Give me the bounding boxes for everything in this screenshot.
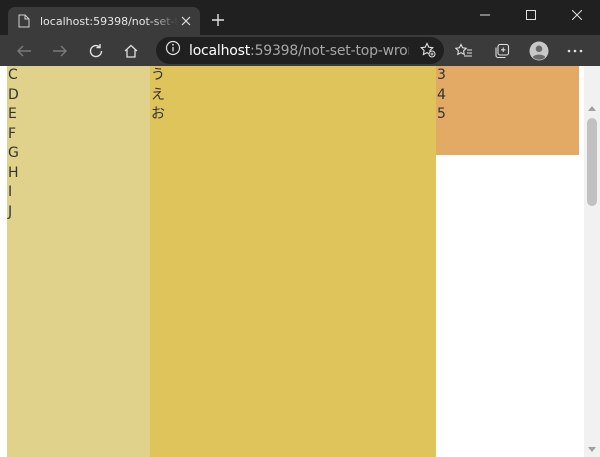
list-item: I xyxy=(8,184,13,200)
back-icon[interactable] xyxy=(11,38,37,64)
list-item: G xyxy=(8,145,19,161)
letters-column: C D E F G H I J xyxy=(7,66,150,457)
add-favorite-icon[interactable] xyxy=(419,42,436,58)
collections-icon[interactable] xyxy=(489,38,515,64)
vertical-scrollbar[interactable] xyxy=(584,66,600,457)
list-item: D xyxy=(8,86,19,103)
favorites-icon[interactable] xyxy=(451,38,477,64)
close-tab-icon[interactable] xyxy=(178,13,194,29)
profile-avatar-icon[interactable] xyxy=(526,38,552,64)
list-item: 4 xyxy=(437,86,446,103)
minimize-icon[interactable] xyxy=(462,0,508,30)
close-window-icon[interactable] xyxy=(554,0,600,30)
kana-column: う え お xyxy=(150,66,436,457)
title-bar: localhost:59398/not-set-top-wrong xyxy=(0,0,600,35)
list-item: E xyxy=(8,106,17,122)
list-item: H xyxy=(8,164,19,181)
page-viewport: C D E F G H I J う え お 3 4 5 xyxy=(0,66,600,457)
scroll-down-icon[interactable] xyxy=(584,441,600,457)
refresh-icon[interactable] xyxy=(83,38,109,64)
page-icon xyxy=(16,13,32,29)
maximize-icon[interactable] xyxy=(508,0,554,30)
list-item: う xyxy=(151,67,165,83)
list-item: F xyxy=(8,125,17,142)
list-item: 5 xyxy=(437,106,446,122)
url-text[interactable]: localhost:59398/not-set-top-wrong... xyxy=(189,43,409,59)
home-icon[interactable] xyxy=(118,38,144,64)
list-item: え xyxy=(151,86,165,103)
tab-title: localhost:59398/not-set-top-wrong xyxy=(40,14,178,28)
new-tab-icon[interactable] xyxy=(208,10,228,30)
browser-toolbar: localhost:59398/not-set-top-wrong... xyxy=(0,35,600,66)
address-bar[interactable]: localhost:59398/not-set-top-wrong... xyxy=(156,37,444,64)
list-item: C xyxy=(8,67,18,83)
browser-tab[interactable]: localhost:59398/not-set-top-wrong xyxy=(8,7,200,35)
list-item: 3 xyxy=(437,67,446,83)
scroll-up-icon[interactable] xyxy=(584,100,600,116)
list-item: J xyxy=(8,203,13,220)
forward-icon[interactable] xyxy=(47,38,73,64)
list-item: お xyxy=(151,106,165,122)
scrollbar-thumb[interactable] xyxy=(587,118,597,206)
numbers-column: 3 4 5 xyxy=(436,66,579,155)
more-menu-icon[interactable] xyxy=(562,38,588,64)
info-icon[interactable] xyxy=(165,40,181,61)
